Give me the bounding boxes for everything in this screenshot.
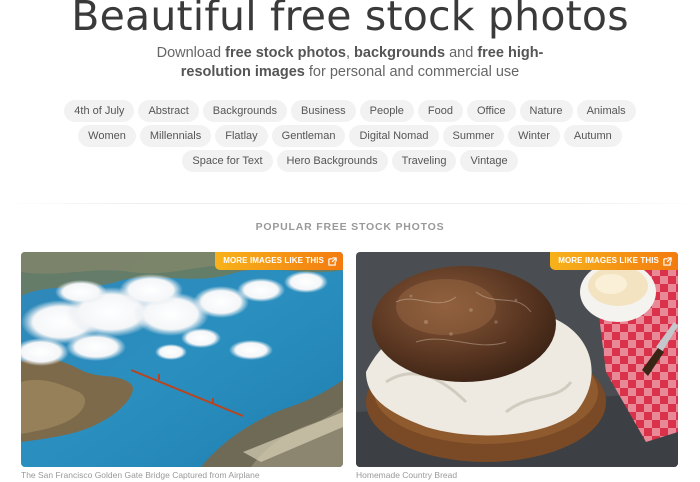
tag-traveling[interactable]: Traveling bbox=[391, 150, 457, 172]
tag-office[interactable]: Office bbox=[467, 100, 516, 122]
tag-digital-nomad[interactable]: Digital Nomad bbox=[349, 125, 439, 147]
more-like-this-button[interactable]: MORE IMAGES LIKE THIS bbox=[550, 252, 678, 270]
tag-backgrounds[interactable]: Backgrounds bbox=[202, 100, 288, 122]
page-title: Beautiful free stock photos bbox=[71, 0, 629, 40]
subtitle-text: , bbox=[345, 45, 355, 61]
subtitle-bold: backgrounds bbox=[354, 45, 446, 61]
section-divider bbox=[0, 203, 700, 204]
tag-food[interactable]: Food bbox=[417, 100, 463, 122]
subtitle-bold: free stock photos bbox=[225, 45, 346, 61]
page-subtitle: Download free stock photos, backgrounds … bbox=[150, 44, 550, 82]
tag-autumn[interactable]: Autumn bbox=[563, 125, 622, 147]
tag-space-for-text[interactable]: Space for Text bbox=[182, 150, 273, 172]
more-like-this-label: MORE IMAGES LIKE THIS bbox=[558, 256, 659, 265]
tag-women[interactable]: Women bbox=[78, 125, 136, 147]
subtitle-text: and bbox=[445, 45, 478, 61]
tag-people[interactable]: People bbox=[359, 100, 414, 122]
tag-nature[interactable]: Nature bbox=[519, 100, 573, 122]
tag-gentleman[interactable]: Gentleman bbox=[271, 125, 346, 147]
external-link-icon bbox=[663, 256, 672, 266]
tag-millennials[interactable]: Millennials bbox=[139, 125, 212, 147]
more-like-this-button[interactable]: MORE IMAGES LIKE THIS bbox=[215, 252, 343, 270]
external-link-icon bbox=[328, 256, 337, 266]
photo-caption[interactable]: Homemade Country Bread bbox=[356, 470, 457, 480]
subtitle-text: for personal and commercial use bbox=[304, 64, 520, 80]
tag-business[interactable]: Business bbox=[291, 100, 356, 122]
tag-vintage[interactable]: Vintage bbox=[460, 150, 518, 172]
photo-card-bread[interactable]: MORE IMAGES LIKE THIS bbox=[356, 252, 678, 467]
section-title: POPULAR FREE STOCK PHOTOS bbox=[255, 221, 445, 233]
tag-animals[interactable]: Animals bbox=[576, 100, 636, 122]
golden-gate-photo[interactable] bbox=[21, 252, 343, 467]
bread-photo[interactable] bbox=[356, 252, 678, 467]
subtitle-text: Download bbox=[156, 45, 226, 61]
tag-summer[interactable]: Summer bbox=[442, 125, 505, 147]
tag-abstract[interactable]: Abstract bbox=[138, 100, 199, 122]
photo-card-golden-gate[interactable]: MORE IMAGES LIKE THIS bbox=[21, 252, 343, 467]
more-like-this-label: MORE IMAGES LIKE THIS bbox=[223, 256, 324, 265]
photo-caption[interactable]: The San Francisco Golden Gate Bridge Cap… bbox=[21, 470, 260, 480]
tag-hero-backgrounds[interactable]: Hero Backgrounds bbox=[276, 150, 388, 172]
tag-4th-of-july[interactable]: 4th of July bbox=[64, 100, 135, 122]
tag-winter[interactable]: Winter bbox=[508, 125, 560, 147]
tag-flatlay[interactable]: Flatlay bbox=[215, 125, 268, 147]
tag-list: 4th of July Abstract Backgrounds Busines… bbox=[60, 100, 640, 172]
